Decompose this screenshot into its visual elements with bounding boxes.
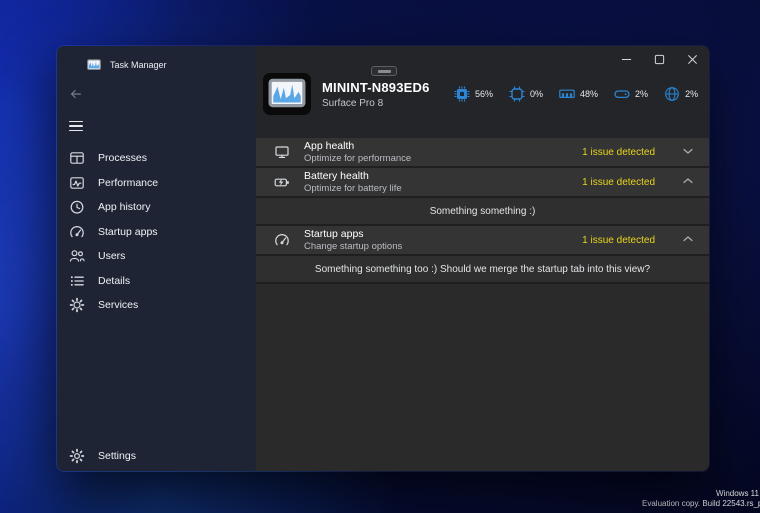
main-panel: MININT-N893ED6 Surface Pro 8	[256, 46, 709, 471]
cpu-stat: 56%	[454, 86, 493, 102]
desktop: { "colors": { "accent_blue": "#2a86d4", …	[0, 0, 760, 513]
device-model: Surface Pro 8	[322, 98, 430, 109]
note-text: Something something too :) Should we mer…	[315, 264, 650, 275]
sidebar-item-label: Services	[98, 299, 138, 311]
watermark-line2: Evaluation copy. Build 22543.rs_pr	[642, 499, 760, 509]
processes-icon	[69, 150, 85, 166]
gear-icon	[69, 448, 85, 464]
sidebar-item-label: Settings	[98, 450, 136, 462]
disk-icon	[614, 86, 630, 102]
card-subtitle: Optimize for performance	[304, 154, 411, 164]
sidebar-item-app-history[interactable]: App history	[57, 195, 256, 220]
chevron-up-icon[interactable]	[683, 177, 695, 187]
task-manager-window: Task Manager Processes	[56, 45, 710, 472]
users-icon	[69, 248, 85, 264]
startup-apps-icon	[69, 224, 85, 240]
card-subtitle: Optimize for battery life	[304, 184, 402, 194]
details-icon	[69, 273, 85, 289]
device-name: MININT-N893ED6	[322, 80, 430, 95]
status-text: 1 issue detected	[582, 235, 655, 246]
sidebar-item-users[interactable]: Users	[57, 244, 256, 269]
watermark-line1: Windows 11 P	[716, 489, 760, 499]
battery-health-card[interactable]: Battery health Optimize for battery life…	[256, 168, 709, 198]
gpu-value: 0%	[530, 89, 543, 99]
sidebar-item-label: Startup apps	[98, 226, 158, 238]
disk-stat: 2%	[614, 86, 648, 102]
gpu-stat: 0%	[509, 86, 543, 102]
sidebar-item-label: Performance	[98, 177, 158, 189]
startup-apps-note: Something something too :) Should we mer…	[256, 256, 709, 284]
network-value: 2%	[685, 89, 698, 99]
sidebar-item-processes[interactable]: Processes	[57, 146, 256, 171]
speedometer-icon	[274, 232, 291, 249]
card-title: Battery health	[304, 171, 402, 182]
sidebar-item-label: Users	[98, 250, 125, 262]
sidebar-item-settings[interactable]: Settings	[57, 444, 256, 469]
app-health-card[interactable]: App health Optimize for performance 1 is…	[256, 138, 709, 168]
card-title: App health	[304, 141, 411, 152]
disk-value: 2%	[635, 89, 648, 99]
chevron-up-icon[interactable]	[683, 235, 695, 245]
sidebar-item-performance[interactable]: Performance	[57, 171, 256, 196]
card-subtitle: Change startup options	[304, 242, 402, 252]
performance-icon	[69, 175, 85, 191]
note-text: Something something :)	[430, 206, 536, 217]
minimize-button[interactable]	[610, 46, 643, 73]
health-list: App health Optimize for performance 1 is…	[256, 138, 709, 284]
memory-stat: 48%	[559, 86, 598, 102]
card-title: Startup apps	[304, 229, 402, 240]
memory-icon	[559, 86, 575, 102]
app-history-icon	[69, 199, 85, 215]
network-globe-icon	[664, 86, 680, 102]
maximize-button[interactable]	[643, 46, 676, 73]
task-manager-logo	[263, 73, 311, 115]
sidebar-item-details[interactable]: Details	[57, 269, 256, 294]
startup-apps-card[interactable]: Startup apps Change startup options 1 is…	[256, 226, 709, 256]
task-manager-icon	[87, 59, 101, 71]
sidebar: Task Manager Processes	[57, 46, 256, 471]
close-button[interactable]	[676, 46, 709, 73]
window-controls	[610, 46, 709, 73]
cpu-icon	[454, 86, 470, 102]
sidebar-item-label: App history	[98, 201, 151, 213]
memory-value: 48%	[580, 89, 598, 99]
services-icon	[69, 297, 85, 313]
sidebar-item-services[interactable]: Services	[57, 293, 256, 318]
back-arrow-icon[interactable]	[69, 87, 85, 101]
hamburger-menu-icon[interactable]	[69, 119, 85, 133]
chevron-down-icon[interactable]	[683, 147, 695, 157]
status-text: 1 issue detected	[582, 147, 655, 158]
sidebar-item-startup-apps[interactable]: Startup apps	[57, 220, 256, 245]
sidebar-item-label: Details	[98, 275, 130, 287]
sidebar-nav: Processes Performance App history	[57, 146, 256, 318]
battery-icon	[274, 174, 291, 191]
network-stat: 2%	[664, 86, 698, 102]
resource-stats: 56% 0%	[454, 86, 698, 102]
app-title: Task Manager	[110, 60, 167, 70]
status-text: 1 issue detected	[582, 177, 655, 188]
app-title-row: Task Manager	[87, 59, 256, 71]
gpu-icon	[509, 86, 525, 102]
cpu-value: 56%	[475, 89, 493, 99]
sidebar-item-label: Processes	[98, 152, 147, 164]
battery-health-note: Something something :)	[256, 198, 709, 226]
monitor-icon	[274, 144, 291, 161]
